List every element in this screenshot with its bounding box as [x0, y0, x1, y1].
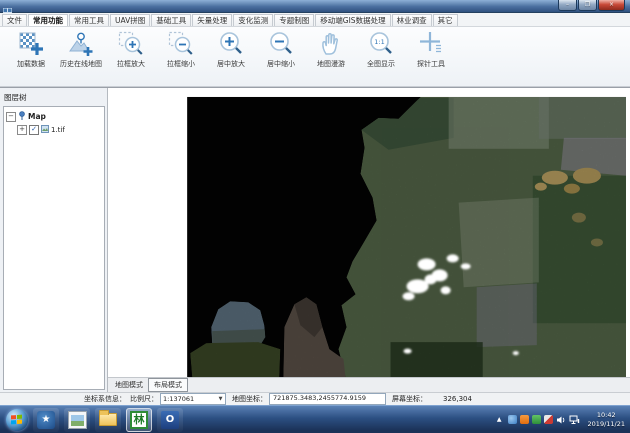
center-zoom-out-icon [267, 30, 295, 58]
toolbar-button-label: 居中缩小 [267, 59, 295, 69]
forestry-app-icon: 林 [130, 411, 148, 429]
box-zoom-in-icon [117, 30, 145, 58]
center-zoom-in-icon [217, 30, 245, 58]
tab-forestry-survey[interactable]: 林业调查 [392, 14, 432, 26]
raster-layer-icon [41, 125, 49, 135]
network-icon[interactable] [569, 410, 580, 429]
svg-text:1:1: 1:1 [374, 38, 384, 46]
box-zoom-out-button[interactable]: 拉框缩小 [156, 30, 206, 86]
tree-node-layer[interactable]: + ✓ 1.tif [17, 125, 102, 135]
tab-uav-mosaic[interactable]: UAV拼图 [110, 14, 150, 26]
crs-label: 坐标系信息： [84, 394, 126, 404]
start-button[interactable] [6, 409, 28, 431]
image-viewer-icon [68, 411, 87, 429]
o-app-icon: O [161, 411, 179, 429]
layer-tree-title: 图层树 [4, 92, 105, 103]
box-zoom-in-button[interactable]: 拉框放大 [106, 30, 156, 86]
minimize-button[interactable]: – [558, 0, 577, 11]
maximize-button[interactable]: ❐ [578, 0, 597, 11]
toolbar-button-label: 拉框缩小 [167, 59, 195, 69]
map-canvas[interactable] [108, 88, 630, 377]
window-controls: – ❐ × [558, 0, 625, 11]
collapse-icon[interactable]: − [6, 112, 16, 122]
box-zoom-out-icon [167, 30, 195, 58]
map-coord-label: 地图坐标： [232, 394, 267, 404]
pan-hand-icon [317, 30, 345, 58]
toolbar-button-label: 加载数据 [17, 59, 45, 69]
star-app-icon: ★ [37, 411, 55, 429]
tree-node-label: 1.tif [51, 126, 65, 134]
scale-label: 比例尺： [130, 394, 158, 404]
taskbar: ★ 林 O ▲ 10:42 2019/11/21 [0, 405, 630, 433]
toolbar-button-label: 全图显示 [367, 59, 395, 69]
screen-coord-value: 326,304 [443, 395, 472, 403]
toolbar-button-label: 居中放大 [217, 59, 245, 69]
scale-combobox[interactable]: 1:137061 ▼ [160, 393, 226, 405]
clock-date: 2019/11/21 [588, 420, 625, 429]
tree-node-map[interactable]: − Map [6, 111, 102, 122]
map-view: 地图模式 布局模式 [107, 88, 630, 392]
taskbar-app-o[interactable]: O [157, 408, 183, 432]
map-pin-icon [18, 111, 26, 122]
probe-tool-button[interactable]: 探针工具 [406, 30, 456, 86]
folder-icon [99, 413, 117, 426]
expand-icon[interactable]: + [17, 125, 27, 135]
full-extent-button[interactable]: 1:1 全图显示 [356, 30, 406, 86]
center-zoom-in-button[interactable]: 居中放大 [206, 30, 256, 86]
map-mode-tabbar: 地图模式 布局模式 [108, 377, 630, 392]
tab-basic-tools[interactable]: 基础工具 [151, 14, 191, 26]
tab-map-mode[interactable]: 地图模式 [110, 379, 148, 391]
layer-tree[interactable]: − Map + ✓ 1.tif [3, 106, 105, 390]
center-zoom-out-button[interactable]: 居中缩小 [256, 30, 306, 86]
tray-green-icon[interactable] [532, 415, 541, 424]
taskbar-app-image-viewer[interactable] [64, 408, 90, 432]
tab-change-detection[interactable]: 变化监测 [233, 14, 273, 26]
tray-orange-icon[interactable] [520, 415, 529, 424]
tab-thematic-mapping[interactable]: 专题制图 [274, 14, 314, 26]
map-coord-value: 721875.3483,2455774.9159 [269, 393, 386, 405]
layer-tree-panel: 图层树 − Map + ✓ 1.tif [0, 88, 107, 392]
taskbar-clock[interactable]: 10:42 2019/11/21 [588, 411, 625, 429]
tree-node-label: Map [28, 112, 46, 121]
taskbar-app-star[interactable]: ★ [33, 408, 59, 432]
close-button[interactable]: × [598, 0, 625, 11]
tab-other[interactable]: 其它 [433, 14, 458, 26]
screen-coord-label: 屏幕坐标： [392, 394, 427, 404]
chevron-down-icon[interactable]: ▼ [216, 396, 225, 402]
scale-value: 1:137061 [161, 395, 216, 403]
tray-red-icon[interactable] [544, 415, 553, 424]
satellite-mosaic [108, 88, 630, 377]
tab-mobile-gis-data[interactable]: 移动端GIS数据处理 [315, 14, 390, 26]
full-extent-icon: 1:1 [367, 30, 395, 58]
windows-logo-icon [11, 414, 23, 425]
toolbar-button-label: 探针工具 [417, 59, 445, 69]
tray-blue-icon[interactable] [508, 415, 517, 424]
statusbar: 坐标系信息： 比例尺： 1:137061 ▼ 地图坐标： 721875.3483… [0, 392, 630, 405]
history-online-map-icon [67, 30, 95, 58]
history-online-map-button[interactable]: 历史在线地图 [56, 30, 106, 86]
taskbar-app-forestry-gis[interactable]: 林 [126, 408, 152, 432]
layer-visibility-checkbox[interactable]: ✓ [29, 125, 39, 135]
toolbar-button-label: 地图漫游 [317, 59, 345, 69]
probe-icon [417, 30, 445, 58]
titlebar: – ❐ × [0, 0, 630, 13]
tab-file[interactable]: 文件 [2, 14, 27, 26]
clock-time: 10:42 [588, 411, 625, 420]
system-tray: ▲ 10:42 2019/11/21 [497, 410, 625, 429]
load-data-button[interactable]: 加载数据 [6, 30, 56, 86]
ribbon-tabbar: 文件 常用功能 常用工具 UAV拼图 基础工具 矢量处理 变化监测 专题制图 移… [0, 13, 630, 27]
tab-layout-mode[interactable]: 布局模式 [148, 378, 188, 392]
taskbar-app-explorer[interactable] [95, 408, 121, 432]
tab-common-tools[interactable]: 常用工具 [69, 14, 109, 26]
tab-vector-processing[interactable]: 矢量处理 [192, 14, 232, 26]
toolbar-button-label: 历史在线地图 [60, 59, 102, 69]
main-area: 图层树 − Map + ✓ 1.tif [0, 87, 630, 392]
volume-icon[interactable] [556, 410, 566, 429]
pan-button[interactable]: 地图漫游 [306, 30, 356, 86]
toolbar-button-label: 拉框放大 [117, 59, 145, 69]
toolbar: 加载数据 历史在线地图 拉框放大 [0, 27, 630, 87]
tab-common-functions[interactable]: 常用功能 [28, 14, 68, 26]
tray-expand-icon[interactable]: ▲ [497, 416, 502, 423]
load-data-icon [17, 30, 45, 58]
